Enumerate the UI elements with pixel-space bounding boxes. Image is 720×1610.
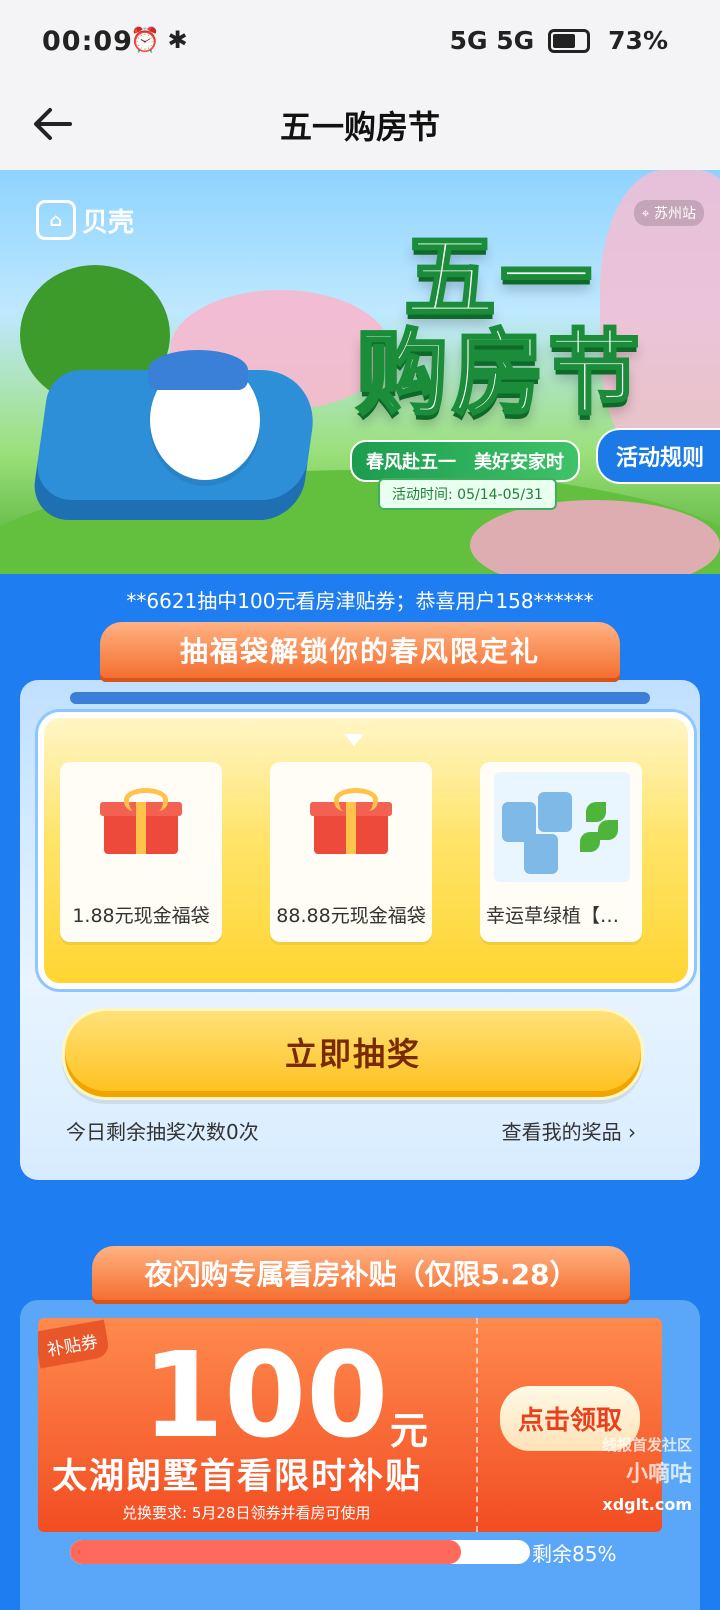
- coupon-title: 太湖朗墅首看限时补贴: [52, 1457, 423, 1497]
- prize-item: 88.88元现金福袋: [270, 762, 432, 942]
- stock-progress-bar: [70, 1540, 530, 1564]
- prize-item: 幸运草绿植【运…: [480, 762, 642, 942]
- watermark-line1: 小嘀咕: [625, 1462, 692, 1487]
- banner-title-line2: 购房节: [354, 320, 644, 427]
- nav-bar: 五一购房节: [0, 80, 720, 170]
- city-name: 苏州站: [654, 206, 696, 222]
- mascot-hat: [148, 350, 248, 390]
- plant-image: [494, 772, 630, 882]
- prize-item: 1.88元现金福袋: [60, 762, 222, 942]
- banner-slogan: 春风赴五一 美好安家时: [350, 440, 580, 482]
- coupon-divider: [476, 1318, 478, 1532]
- my-prizes-link[interactable]: 查看我的奖品 ›: [502, 1116, 636, 1145]
- status-time: 00:09: [42, 26, 133, 57]
- city-tag: ⌖ 苏州站: [633, 200, 704, 226]
- banner-title: 五一 购房节: [340, 224, 660, 427]
- subsidy-header: 夜闪购专属看房补贴（仅限5.28）: [92, 1246, 630, 1304]
- signal-icon: 5G 5G: [449, 26, 535, 55]
- remaining-stock-text: 剩余85%: [532, 1542, 617, 1566]
- alarm-bluetooth-icons: ⏰ ✱: [130, 26, 188, 54]
- winner-ticker: **6621抽中100元看房津贴券；恭喜用户158******: [126, 589, 594, 613]
- page-title: 五一购房节: [279, 108, 440, 146]
- draw-now-button[interactable]: 立即抽奖: [62, 1008, 644, 1100]
- coupon-amount: 100: [142, 1326, 389, 1464]
- prize-label: 幸运草绿植【运…: [486, 905, 639, 927]
- brand-logo: ⌂ 贝壳: [36, 200, 134, 240]
- event-time: 活动时间: 05/14-05/31: [378, 478, 557, 510]
- coupon-requirement: 兑换要求: 5月28日领券并看房可使用: [122, 1504, 371, 1522]
- site-watermark: 线报首发社区 小嘀咕 xdglt.com: [512, 1430, 692, 1520]
- watermark-line2: 线报首发社区: [601, 1436, 692, 1454]
- gift-icon: [310, 788, 392, 854]
- status-right: 5G 5G 73%: [450, 26, 668, 55]
- progress-fill: [70, 1540, 461, 1564]
- battery-percent: 73%: [608, 26, 668, 55]
- gift-icon: [100, 788, 182, 854]
- remaining-draws: 今日剩余抽奖次数0次: [66, 1120, 259, 1144]
- coupon-tag: 补贴券: [38, 1319, 111, 1369]
- home-icon: ⌂: [36, 200, 76, 240]
- hero-banner: ⌂ 贝壳 ⌖ 苏州站 五一 购房节 春风赴五一 美好安家时 活动时间: 05/1…: [0, 170, 720, 574]
- prize-label: 1.88元现金福袋: [72, 905, 210, 927]
- lottery-header: 抽福袋解锁你的春风限定礼: [100, 622, 620, 682]
- coupon-unit: 元: [390, 1409, 429, 1453]
- prize-label: 88.88元现金福袋: [276, 905, 426, 927]
- status-bar: 00:09 ⏰ ✱ 5G 5G 73%: [0, 0, 720, 80]
- watermark-domain: xdglt.com: [602, 1495, 692, 1514]
- banner-title-line1: 五一: [402, 224, 596, 331]
- brand-name: 贝壳: [82, 207, 135, 238]
- rules-button[interactable]: 活动规则: [595, 428, 720, 484]
- lottery-strip: [70, 692, 650, 704]
- location-icon: ⌖: [641, 206, 650, 222]
- battery-icon: [548, 28, 591, 53]
- tray-pointer: [344, 734, 364, 746]
